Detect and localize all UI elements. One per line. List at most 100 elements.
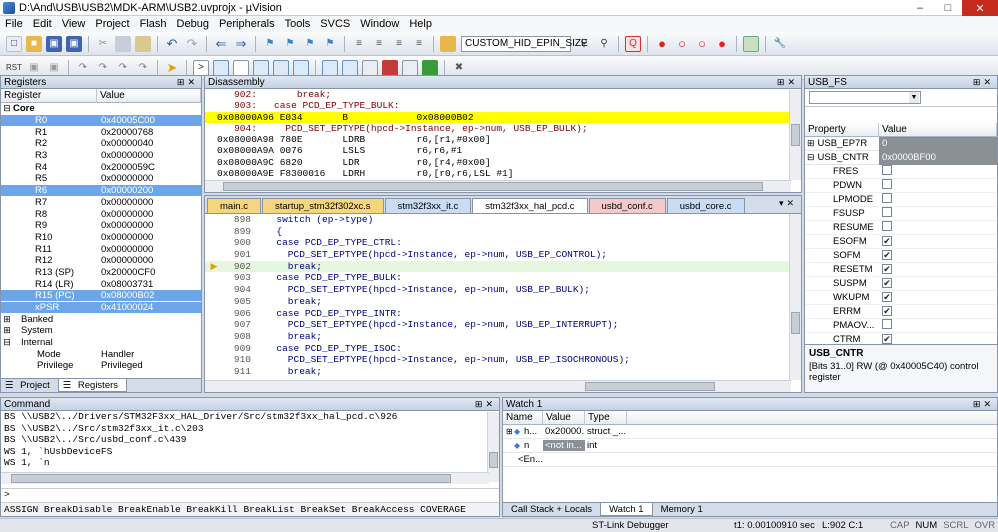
expand-icon[interactable]: ⊞	[1, 314, 13, 325]
debug-settings-icon[interactable]: ✖	[451, 60, 467, 76]
run-to-cursor-icon[interactable]: ↷	[135, 60, 151, 76]
pin-icon[interactable]: ⊞	[973, 77, 984, 87]
menu-svcs[interactable]: SVCS	[320, 18, 350, 30]
open-file-icon[interactable]: ■	[26, 35, 42, 52]
disassembly-source-line[interactable]: 903: case PCD_EP_TYPE_BULK:	[205, 100, 801, 111]
peripheral-register-value[interactable]: 0x0000BF00	[879, 150, 997, 165]
checkbox-checked-icon[interactable]: ✔	[882, 250, 892, 260]
panel-close-icon[interactable]: ✕	[187, 77, 198, 87]
checkbox-checked-icon[interactable]: ✔	[882, 334, 892, 344]
register-row[interactable]: R9 0x00000000	[1, 220, 201, 232]
disassembly-instruction[interactable]: 0x08000A96 E034 B 0x08000B02	[205, 111, 801, 123]
symbols-window-icon[interactable]	[233, 59, 249, 76]
register-row[interactable]: R14 (LR) 0x08003731	[1, 278, 201, 290]
register-row[interactable]: R10 0x00000000	[1, 232, 201, 244]
code-line[interactable]: 900 case PCD_EP_TYPE_CTRL:	[205, 237, 801, 249]
step-over-icon[interactable]: ↷	[95, 60, 111, 76]
register-value[interactable]: 0x00000000	[97, 150, 201, 161]
register-value[interactable]: 0x00000000	[97, 255, 201, 266]
bit-field-row[interactable]: SOFM ✔	[805, 249, 997, 263]
register-value[interactable]: 0x00000000	[97, 220, 201, 231]
save-icon[interactable]: ▣	[46, 35, 62, 52]
expand-icon[interactable]: ⊞	[506, 427, 514, 436]
register-group-core[interactable]: ⊟ Core	[1, 103, 201, 115]
checkbox-checked-icon[interactable]: ✔	[882, 264, 892, 274]
registers-col-register[interactable]: Register	[1, 88, 97, 103]
register-value[interactable]: 0x00000000	[97, 173, 201, 184]
tab-project[interactable]: ☰ Project	[1, 379, 58, 392]
register-group-system[interactable]: ⊞ System	[1, 325, 201, 337]
code-line[interactable]: 909 case PCD_EP_TYPE_ISOC:	[205, 343, 801, 355]
comment-icon[interactable]: ≡	[391, 36, 407, 52]
disassembly-instruction[interactable]: 0x08000A98 780E LDRB r6,[r1,#0x00]	[205, 134, 801, 145]
disassembly-hscroll[interactable]	[205, 180, 791, 192]
command-hscroll[interactable]	[1, 472, 489, 484]
checkbox-icon[interactable]	[882, 221, 892, 231]
watch-col-name[interactable]: Name	[503, 410, 543, 425]
code-line[interactable]: 906 case PCD_EP_TYPE_INTR:	[205, 308, 801, 320]
menu-view[interactable]: View	[62, 18, 86, 30]
code-line[interactable]: 910 PCD_SET_EPTYPE(hpcd->Instance, ep->n…	[205, 354, 801, 366]
disassembly-instruction[interactable]: 0x08000A9A 0076 LSLS r6,r6,#1	[205, 145, 801, 156]
undo-icon[interactable]: ↶	[164, 36, 180, 52]
indent-icon[interactable]: ≡	[351, 36, 367, 52]
register-value[interactable]: 0x00000040	[97, 138, 201, 149]
menu-flash[interactable]: Flash	[140, 18, 167, 30]
step-out-icon[interactable]: ↷	[115, 60, 131, 76]
close-icon[interactable]: ✕	[962, 0, 998, 16]
breakpoint-enable-icon[interactable]: ○	[674, 36, 690, 52]
code-line[interactable]: 901 PCD_SET_EPTYPE(hpcd->Instance, ep->n…	[205, 249, 801, 261]
register-value[interactable]: 0x40005C00	[97, 115, 201, 127]
code-line[interactable]: 905 break;	[205, 296, 801, 308]
breakpoint-icon[interactable]: ●	[654, 36, 670, 52]
reset-icon[interactable]: RST	[6, 60, 22, 76]
bit-field-row[interactable]: FRES	[805, 165, 997, 179]
register-row[interactable]: R15 (PC) 0x08000B02	[1, 290, 201, 302]
disassembly-vscroll[interactable]	[789, 90, 801, 180]
bit-field-row[interactable]: FSUSP	[805, 207, 997, 221]
nav-back-icon[interactable]: ⇐	[213, 36, 229, 52]
register-group-internal[interactable]: ⊟ Internal	[1, 337, 201, 349]
pin-icon[interactable]: ⊞	[475, 399, 486, 409]
bit-field-row[interactable]: SUSPM ✔	[805, 277, 997, 291]
checkbox-checked-icon[interactable]: ✔	[882, 292, 892, 302]
menu-project[interactable]: Project	[95, 18, 129, 30]
minimize-icon[interactable]: –	[906, 0, 934, 16]
editor-tab[interactable]: startup_stm32f302xc.s	[261, 198, 384, 213]
checkbox-icon[interactable]	[882, 319, 892, 329]
register-value[interactable]: 0x2000059C	[97, 162, 201, 173]
system-viewer-icon[interactable]	[402, 59, 418, 76]
tab-registers[interactable]: ☰ Registers	[57, 379, 128, 392]
register-row[interactable]: R6 0x00000200	[1, 185, 201, 197]
unindent-icon[interactable]: ≡	[371, 36, 387, 52]
collapse-icon[interactable]: ⊟	[807, 152, 815, 162]
watch-window-icon[interactable]	[293, 59, 309, 76]
menu-edit[interactable]: Edit	[33, 18, 52, 30]
menu-tools[interactable]: Tools	[285, 18, 311, 30]
editor-tab[interactable]: main.c	[207, 198, 261, 213]
nav-forward-icon[interactable]: ⇒	[233, 36, 249, 52]
register-row[interactable]: R5 0x00000000	[1, 173, 201, 185]
checkbox-icon[interactable]	[882, 165, 892, 175]
watch-value[interactable]: <not in...	[543, 440, 585, 451]
code-line[interactable]: 911 break;	[205, 366, 801, 378]
usbfs-col-value[interactable]: Value	[879, 122, 997, 137]
watch-col-value[interactable]: Value	[543, 410, 585, 425]
collapse-icon[interactable]: ⊟	[1, 337, 13, 348]
register-row[interactable]: xPSR 0x41000024	[1, 302, 201, 314]
run-icon[interactable]: ▣	[26, 60, 42, 76]
bit-field-row[interactable]: PMAOV...	[805, 319, 997, 333]
bit-field-row[interactable]: PDWN	[805, 179, 997, 193]
pin-icon[interactable]: ⊞	[973, 399, 984, 409]
register-value[interactable]: 0x08000B02	[97, 290, 201, 302]
cut-icon[interactable]: ✂	[95, 36, 111, 52]
register-value[interactable]: 0x20000CF0	[97, 267, 201, 278]
menu-debug[interactable]: Debug	[177, 18, 209, 30]
panel-close-icon[interactable]: ✕	[485, 399, 496, 409]
checkbox-icon[interactable]	[882, 207, 892, 217]
register-group-banked[interactable]: ⊞ Banked	[1, 313, 201, 325]
code-line[interactable]: ▶ 902 break;	[205, 260, 801, 273]
tab-menu-icon[interactable]: ▾✕	[779, 198, 797, 209]
register-row[interactable]: R4 0x2000059C	[1, 161, 201, 173]
disassembly-window-icon[interactable]	[213, 59, 229, 76]
